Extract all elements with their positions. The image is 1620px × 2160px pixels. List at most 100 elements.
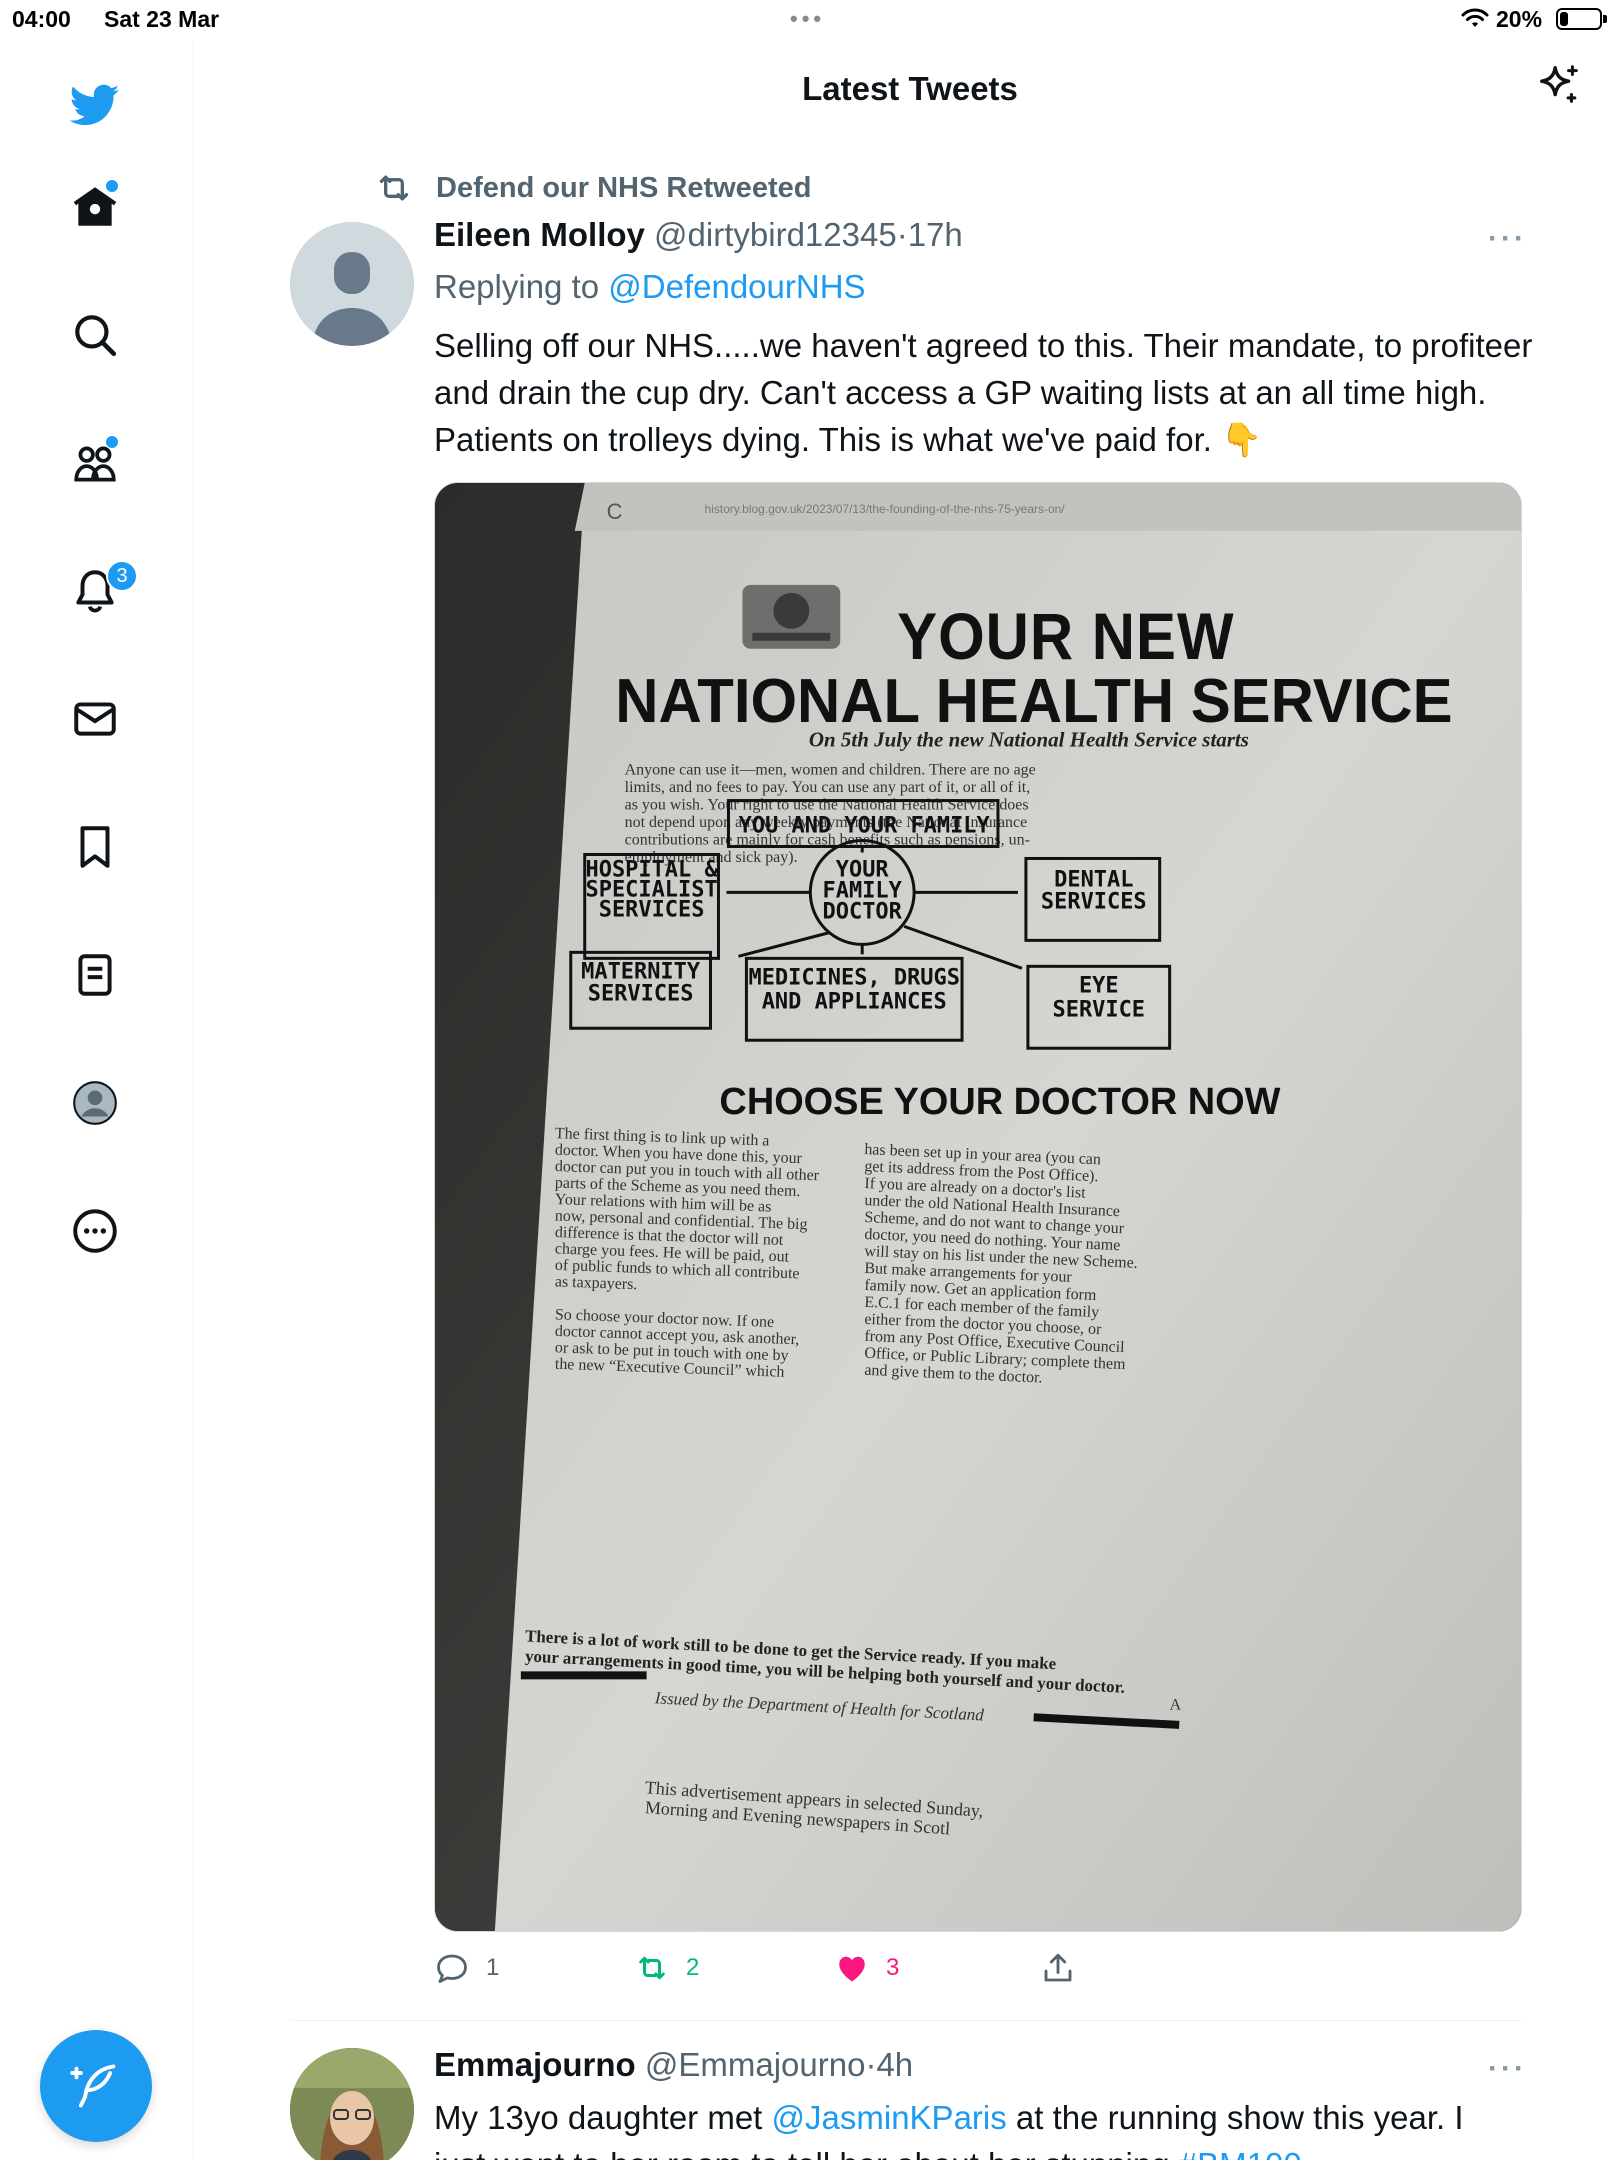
intro-lines-line: Anyone can use it—men, women and childre… xyxy=(625,762,1036,779)
poster-col-right: has been set up in your area (you canget… xyxy=(864,1141,1138,1386)
retweet-count: 2 xyxy=(686,1954,700,1981)
tweet2-text-before: My 13yo daughter met xyxy=(434,2099,772,2136)
tweet-divider xyxy=(290,2020,1522,2021)
reply-icon xyxy=(437,1954,467,1983)
share-button[interactable] xyxy=(1040,1950,1092,1986)
eye-lines-line: EYE xyxy=(1079,973,1119,998)
poster-col-left: The first thing is to link up with adoct… xyxy=(555,1125,820,1381)
heart-icon xyxy=(839,1956,865,1982)
twitter-logo-icon[interactable] xyxy=(60,70,130,140)
maternity-lines-line: SERVICES xyxy=(588,981,694,1006)
poster-photo: C history.blog.gov.uk/2023/07/13/the-fou… xyxy=(435,483,1521,1931)
tweet-time[interactable]: 17h xyxy=(908,216,963,253)
nav-bookmarks[interactable] xyxy=(60,812,130,882)
tweet2-more-icon[interactable]: ··· xyxy=(1488,2052,1527,2086)
col-left-line: as taxpayers. xyxy=(555,1273,638,1293)
medicines-lines-line: MEDICINES, DRUGS xyxy=(749,965,960,990)
retweet-button[interactable]: 2 xyxy=(634,1950,699,1986)
nav-home[interactable] xyxy=(60,172,130,242)
eye-lines-line: SERVICE xyxy=(1053,997,1146,1022)
home-dot-badge xyxy=(106,180,118,192)
avatar-emmajourno[interactable] xyxy=(290,2048,414,2160)
tweet-image[interactable]: C history.blog.gov.uk/2023/07/13/the-fou… xyxy=(434,482,1522,1932)
page-title: Latest Tweets xyxy=(802,70,1018,107)
tweet2-header: Emmajourno @Emmajourno·4h xyxy=(434,2046,913,2084)
poster-subtitle: On 5th July the new National Health Serv… xyxy=(809,728,1249,752)
sparkle-icon[interactable] xyxy=(1536,62,1582,108)
browser-reload-icon: C xyxy=(607,499,623,524)
envelope-icon xyxy=(74,702,116,736)
reply-count: 1 xyxy=(486,1954,500,1981)
nav-messages[interactable] xyxy=(60,684,130,754)
battery-percent: 20% xyxy=(1496,6,1543,32)
poster-heading2: CHOOSE YOUR DOCTOR NOW xyxy=(719,1081,1280,1123)
retweet-icon xyxy=(379,175,409,201)
search-icon xyxy=(75,315,117,357)
tweet2-text-after: at the running show this year. I xyxy=(1006,2099,1464,2136)
avatar-icon xyxy=(73,1081,117,1125)
author-handle[interactable]: @Emmajourno xyxy=(645,2046,866,2083)
nav-profile[interactable] xyxy=(60,1068,130,1138)
tweet-text: Selling off our NHS.....we haven't agree… xyxy=(434,322,1534,463)
communities-dot-badge xyxy=(106,436,118,448)
hospital-lines-line: SERVICES xyxy=(599,897,705,922)
tweet-time[interactable]: 4h xyxy=(876,2046,913,2083)
poster-letter: A xyxy=(1170,1696,1182,1713)
tweet-header: Eileen Molloy @dirtybird12345·17h xyxy=(434,216,963,254)
poster-title-line2: NATIONAL HEALTH SERVICE xyxy=(615,666,1452,735)
retweet-icon xyxy=(639,1956,665,1980)
nav-more[interactable] xyxy=(60,1196,130,1266)
multitasking-dots-icon[interactable]: ••• xyxy=(790,6,825,32)
tweet2-line2: just went to her room to tell her about … xyxy=(434,2146,1179,2160)
medicines-lines-line: AND APPLIANCES xyxy=(762,989,947,1014)
nav-notifications[interactable]: 3 xyxy=(60,556,138,626)
avatar-photo xyxy=(290,2048,414,2160)
retweeted-by-label: Defend our NHS Retweeted xyxy=(436,171,812,204)
wifi-icon xyxy=(1461,8,1489,27)
avatar[interactable] xyxy=(290,222,414,346)
tweet-more-icon[interactable]: ··· xyxy=(1488,222,1527,256)
like-count: 3 xyxy=(886,1954,900,1981)
replying-prefix: Replying to xyxy=(434,268,609,305)
notifications-count-badge: 3 xyxy=(106,560,138,592)
label-family: YOU AND YOUR FAMILY xyxy=(739,814,991,839)
sidebar: 3 xyxy=(0,40,194,2160)
doctor-lines-line: DOCTOR xyxy=(823,899,903,924)
mention-link[interactable]: @JasminKParis xyxy=(772,2099,1007,2136)
hashtag-link[interactable]: #BM100 xyxy=(1179,2146,1302,2160)
intro-lines-line: limits, and no fees to pay. You can use … xyxy=(625,779,1031,796)
status-time: 04:00 xyxy=(12,6,71,32)
status-bar: 04:00 Sat 23 Mar ••• 20% xyxy=(0,0,1620,40)
author-name[interactable]: Emmajourno xyxy=(434,2046,636,2083)
share-icon xyxy=(1044,1953,1072,1982)
battery-level xyxy=(1560,12,1568,26)
royal-crest-icon xyxy=(742,584,841,649)
replying-to: Replying to @DefendourNHS xyxy=(434,268,866,306)
separator: · xyxy=(865,2046,877,2083)
bookmark-icon xyxy=(80,826,110,868)
tweet-actions: 1 2 3 xyxy=(434,1950,1134,1990)
list-icon xyxy=(78,954,112,996)
poster-title-line1: YOUR NEW xyxy=(897,600,1234,673)
retweeted-by[interactable]: Defend our NHS Retweeted xyxy=(374,168,811,208)
battery-icon xyxy=(1556,8,1607,30)
replying-handle-link[interactable]: @DefendourNHS xyxy=(608,268,865,305)
dental-lines-line: SERVICES xyxy=(1041,889,1147,914)
browser-url: history.blog.gov.uk/2023/07/13/the-found… xyxy=(705,502,1066,516)
default-avatar-icon xyxy=(290,222,414,346)
status-date: Sat 23 Mar xyxy=(104,6,220,32)
nav-lists[interactable] xyxy=(60,940,130,1010)
author-name[interactable]: Eileen Molloy xyxy=(434,216,645,253)
more-circle-icon xyxy=(73,1209,117,1253)
author-handle[interactable]: @dirtybird12345 xyxy=(654,216,897,253)
nav-explore[interactable] xyxy=(60,300,130,370)
compose-icon xyxy=(70,2064,116,2108)
separator: · xyxy=(896,216,908,253)
reply-button[interactable]: 1 xyxy=(434,1950,499,1986)
compose-button[interactable] xyxy=(40,2030,152,2142)
nav-communities[interactable] xyxy=(60,428,130,498)
tweet2-text: My 13yo daughter met @JasminKParis at th… xyxy=(434,2094,1534,2160)
pointing-down-emoji: 👇 xyxy=(1221,421,1263,458)
like-button[interactable]: 3 xyxy=(834,1950,899,1986)
tweet-body: Selling off our NHS.....we haven't agree… xyxy=(434,327,1533,458)
